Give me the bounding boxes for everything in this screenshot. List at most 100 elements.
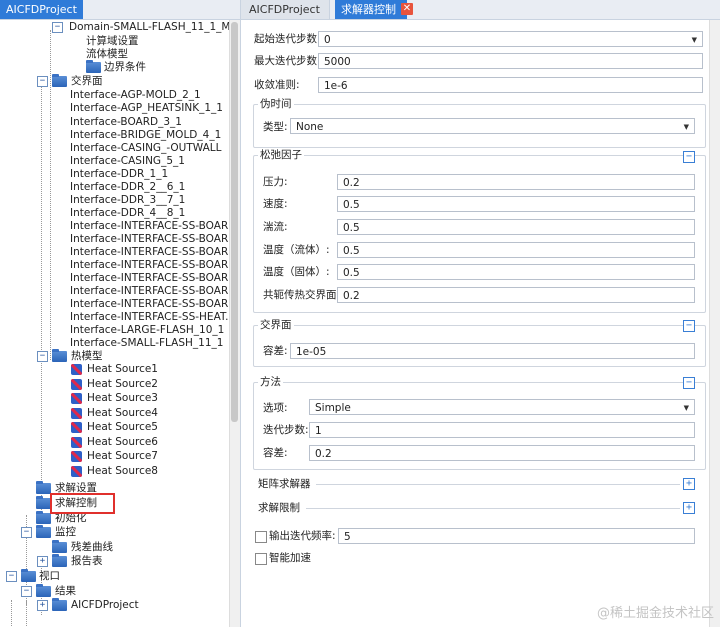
collapse-method-button[interactable]: −	[683, 377, 695, 389]
tree-item[interactable]: Interface-AGP_HEATSINK_1_1	[70, 101, 223, 115]
smart-accel-label: 智能加速	[269, 552, 311, 564]
tree-item[interactable]: Interface-INTERFACE-SS-BOAR...	[70, 245, 238, 259]
collapse-toggle-icon[interactable]: −	[6, 571, 17, 582]
tree-item[interactable]: Interface-DDR_4__8_1	[70, 206, 185, 220]
close-tab-icon[interactable]: ✕	[401, 3, 413, 15]
relaxation-field-input[interactable]: 0.5	[337, 264, 695, 280]
tree-item[interactable]: 报告表	[71, 554, 103, 568]
pseudo-type-label: 类型:	[263, 121, 288, 133]
max-iter-label: 最大迭代步数:	[254, 55, 321, 67]
tree-guide-line	[26, 600, 27, 627]
folder-icon	[52, 540, 67, 553]
relaxation-field-input[interactable]: 0.2	[337, 174, 695, 190]
folder-icon	[52, 74, 67, 87]
tree-item[interactable]: 交界面	[71, 74, 103, 88]
tree-item[interactable]: Interface-CASING_-OUTWALL	[70, 141, 221, 155]
tree-item[interactable]: Interface-LARGE-FLASH_10_1	[70, 323, 224, 337]
output-freq-checkbox[interactable]	[255, 531, 267, 543]
tree-item[interactable]: Heat Source1	[87, 362, 158, 376]
tree-item[interactable]: Interface-DDR_2__6_1	[70, 180, 185, 194]
tree-item[interactable]: Interface-INTERFACE-SS-BOAR...	[70, 232, 238, 246]
tree-item[interactable]: Interface-CASING_5_1	[70, 154, 185, 168]
tree-item[interactable]: AICFDProject	[71, 598, 139, 612]
collapse-toggle-icon[interactable]: −	[37, 351, 48, 362]
tree-guide-line	[50, 30, 51, 360]
tree-item[interactable]: Interface-BRIDGE_MOLD_4_1	[70, 128, 221, 142]
tree-item[interactable]: Interface-INTERFACE-SS-BOAR...	[70, 284, 238, 298]
tab-solver-control[interactable]: 求解器控制	[335, 0, 407, 19]
relaxation-field-input[interactable]: 0.2	[337, 287, 695, 303]
tree-scroll-thumb[interactable]	[231, 22, 238, 422]
folder-icon	[86, 60, 101, 73]
output-freq-input[interactable]: 5	[338, 528, 695, 544]
tab-aicfdproject[interactable]: AICFDProject	[241, 0, 330, 19]
heat-source-icon	[71, 408, 82, 419]
tree-item[interactable]: Heat Source4	[87, 406, 158, 420]
method-tol-input[interactable]: 0.2	[309, 445, 695, 461]
tree-item[interactable]: Interface-INTERFACE-SS-BOAR...	[70, 219, 238, 233]
collapse-toggle-icon[interactable]: −	[52, 22, 63, 33]
interface-title: 交界面	[258, 318, 294, 332]
tree-item[interactable]: Interface-SMALL-FLASH_11_1	[70, 336, 223, 350]
heat-source-icon	[71, 379, 82, 390]
folder-icon	[52, 598, 67, 611]
tree-item[interactable]: Heat Source7	[87, 449, 158, 463]
tree-scrollbar[interactable]	[229, 20, 240, 627]
tree-item[interactable]: 计算域设置	[86, 34, 139, 48]
pseudo-type-select[interactable]: None ▼	[290, 118, 695, 134]
relaxation-field-input[interactable]: 0.5	[337, 242, 695, 258]
tree-item[interactable]: Interface-INTERFACE-SS-BOAR...	[70, 271, 238, 285]
tree-item[interactable]: Interface-DDR_3__7_1	[70, 193, 185, 207]
matrix-solver-divider	[316, 484, 680, 485]
tree-item[interactable]: Interface-INTERFACE-SS-HEAT...	[70, 310, 235, 324]
relaxation-field-input[interactable]: 0.5	[337, 219, 695, 235]
relaxation-field-input[interactable]: 0.5	[337, 196, 695, 212]
tree-item[interactable]: 边界条件	[104, 60, 146, 74]
folder-icon	[21, 569, 36, 582]
tree-item[interactable]: 残差曲线	[71, 540, 113, 554]
heat-source-icon	[71, 393, 82, 404]
tree-item[interactable]: Heat Source8	[87, 464, 158, 478]
project-tree-panel: AICFDProject − Domain-SMALL-FLASH_11_1_M.…	[0, 0, 241, 627]
tree-item[interactable]: Interface-INTERFACE-SS-BOAR...	[70, 258, 238, 272]
tree-item[interactable]: Domain-SMALL-FLASH_11_1_M...	[69, 20, 240, 34]
matrix-solver-title: 矩阵求解器	[258, 478, 311, 490]
start-iter-select[interactable]: 0 ▼	[318, 31, 703, 47]
tree-item[interactable]: Heat Source6	[87, 435, 158, 449]
tree-item[interactable]: Interface-BOARD_3_1	[70, 115, 182, 129]
expand-solve-limit-button[interactable]: +	[683, 502, 695, 514]
tree-item[interactable]: 视口	[39, 569, 60, 583]
collapse-toggle-icon[interactable]: −	[37, 76, 48, 87]
expand-toggle-icon[interactable]: +	[37, 556, 48, 567]
expand-matrix-solver-button[interactable]: +	[683, 478, 695, 490]
max-iter-input[interactable]: 5000	[318, 53, 703, 69]
method-option-select[interactable]: Simple ▼	[309, 399, 695, 415]
tree-item[interactable]: 监控	[55, 525, 76, 539]
tree-item[interactable]: Heat Source3	[87, 391, 158, 405]
collapse-interface-button[interactable]: −	[683, 320, 695, 332]
tree-item[interactable]: 流体模型	[86, 47, 128, 61]
panel-scrollbar[interactable]	[709, 20, 720, 627]
collapse-relaxation-button[interactable]: −	[683, 151, 695, 163]
collapse-toggle-icon[interactable]: −	[21, 586, 32, 597]
tree-item[interactable]: Heat Source5	[87, 420, 158, 434]
tab-aicfdproject-left[interactable]: AICFDProject	[0, 0, 83, 19]
method-tol-label: 容差:	[263, 447, 288, 459]
tree-item[interactable]: 热模型	[71, 349, 103, 363]
smart-accel-checkbox[interactable]	[255, 553, 267, 565]
tree-item[interactable]: Interface-DDR_1_1	[70, 167, 168, 181]
highlight-box	[50, 493, 115, 514]
tree-item[interactable]: Interface-INTERFACE-SS-BOAR...	[70, 297, 238, 311]
folder-icon	[36, 511, 51, 524]
interface-tol-input[interactable]: 1e-05	[290, 343, 695, 359]
tree-item[interactable]: Heat Source2	[87, 377, 158, 391]
expand-toggle-icon[interactable]: +	[37, 600, 48, 611]
interface-tol-label: 容差:	[263, 345, 288, 357]
convergence-input[interactable]: 1e-6	[318, 77, 703, 93]
project-tree: − Domain-SMALL-FLASH_11_1_M... 计算域设置 流体模型 边界…	[0, 20, 240, 627]
collapse-toggle-icon[interactable]: −	[21, 527, 32, 538]
solve-limit-divider	[306, 508, 680, 509]
tree-item[interactable]: 结果	[55, 584, 76, 598]
method-iter-input[interactable]: 1	[309, 422, 695, 438]
tree-item[interactable]: Interface-AGP-MOLD_2_1	[70, 88, 201, 102]
